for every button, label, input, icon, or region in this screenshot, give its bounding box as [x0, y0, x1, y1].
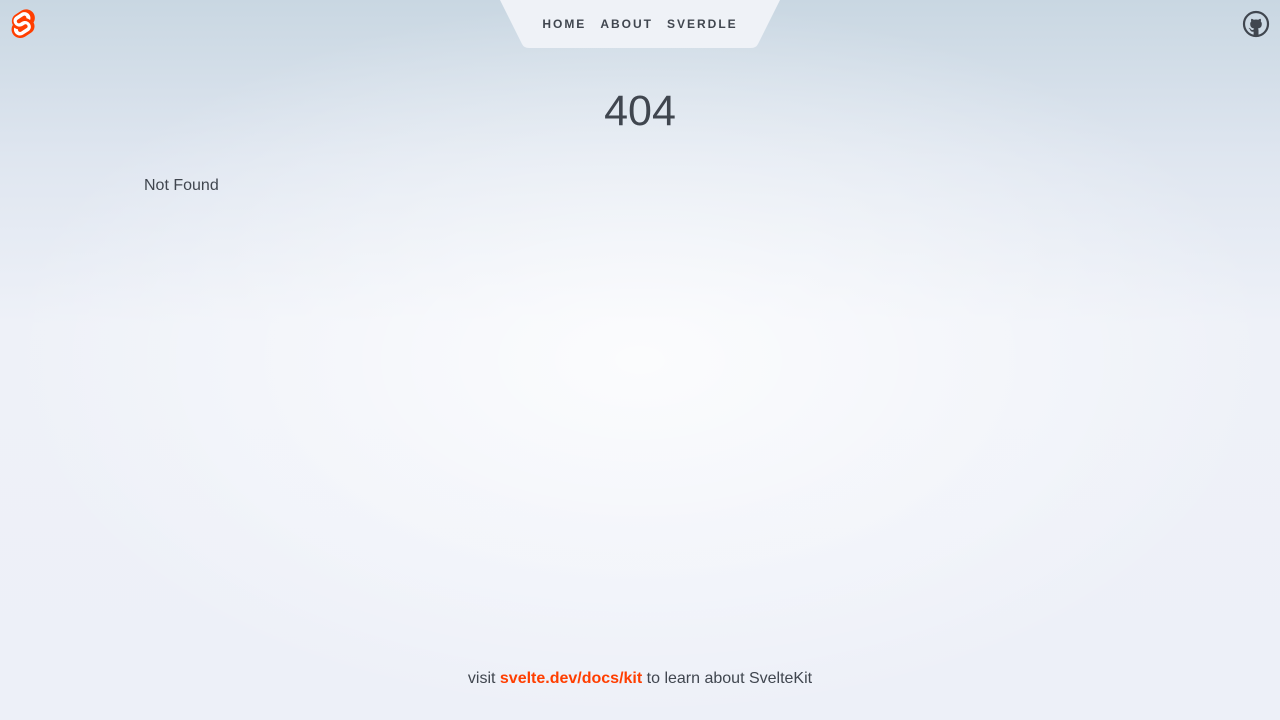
- nav-list: Home About Sverdle: [500, 0, 780, 48]
- main-nav: Home About Sverdle: [500, 0, 780, 48]
- site-header: Home About Sverdle: [0, 0, 1280, 48]
- nav-item-home[interactable]: Home: [535, 0, 593, 48]
- footer-prefix: visit: [467, 670, 496, 687]
- page-title: 404: [604, 87, 676, 135]
- site-footer: visit svelte.dev/docs/kit to learn about…: [0, 669, 1280, 689]
- error-message: Not Found: [144, 177, 219, 194]
- docs-link[interactable]: svelte.dev/docs/kit: [500, 670, 642, 687]
- svelte-logo-icon[interactable]: [10, 9, 38, 39]
- github-icon[interactable]: [1242, 10, 1270, 38]
- footer-suffix: to learn about SvelteKit: [646, 670, 813, 687]
- nav-item-about[interactable]: About: [593, 0, 660, 48]
- nav-item-sverdle[interactable]: Sverdle: [660, 0, 745, 48]
